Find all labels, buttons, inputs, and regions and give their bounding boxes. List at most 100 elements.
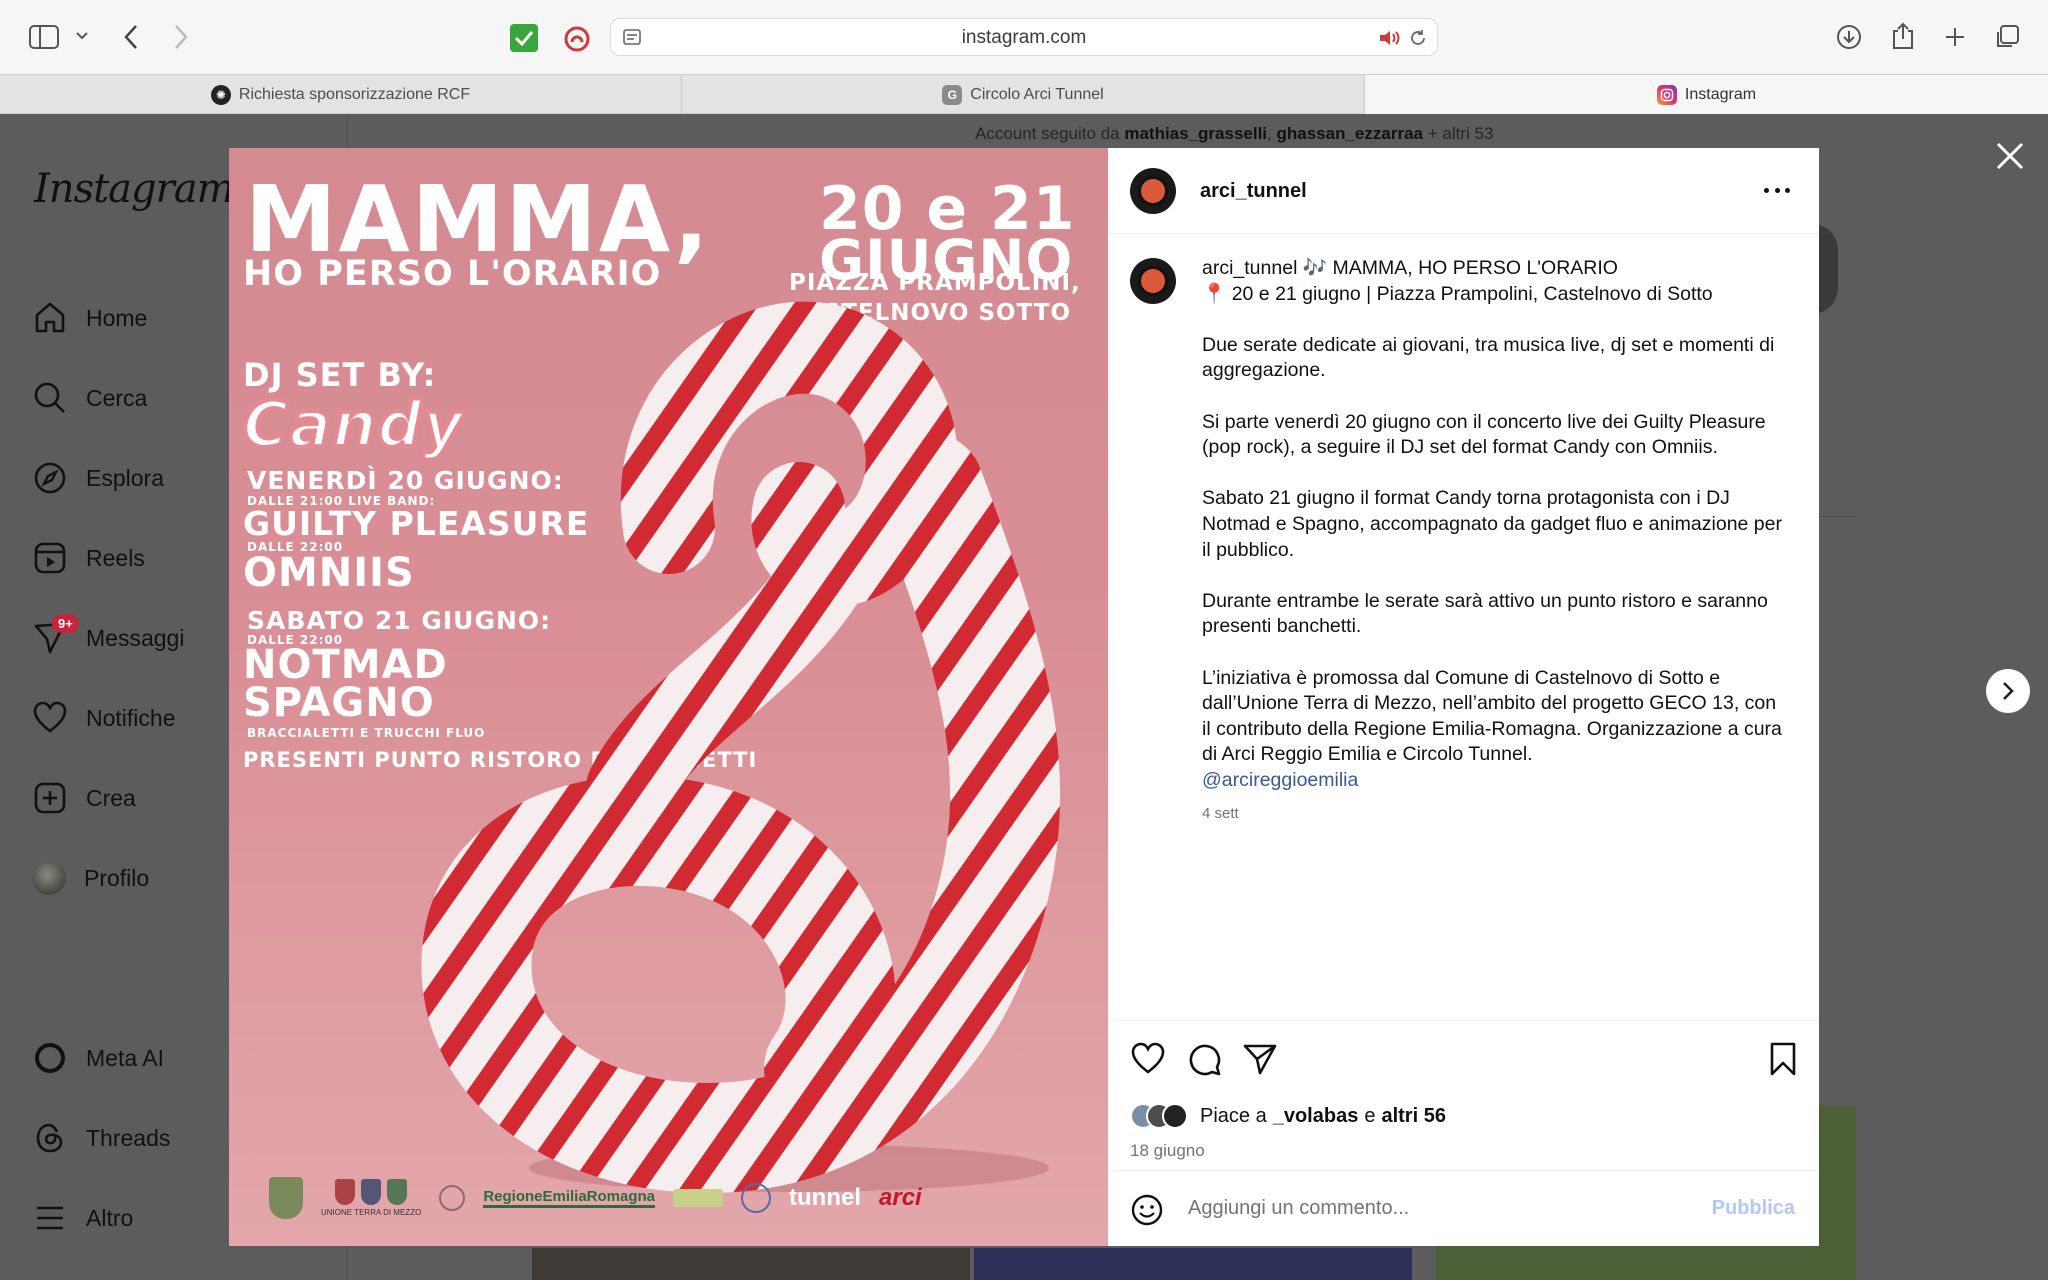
caption-paragraph: Si parte venerdì 20 giugno con il concer… xyxy=(1202,410,1766,459)
back-icon[interactable] xyxy=(116,20,146,54)
tab-label: Instagram xyxy=(1684,85,1757,103)
caption-username[interactable]: arci_tunnel xyxy=(1202,257,1297,279)
browser-toolbar: instagram.com xyxy=(0,0,2048,74)
search-icon xyxy=(34,382,65,413)
sidebar-item-cerca[interactable]: Cerca xyxy=(32,376,147,420)
tab-label: Circolo Arci Tunnel xyxy=(970,85,1104,103)
post-author-username[interactable]: arci_tunnel xyxy=(1200,180,1307,203)
sidebar-item-messaggi[interactable]: 9+ Messaggi xyxy=(32,614,185,660)
tunnel-logo: tunnel xyxy=(789,1184,862,1211)
extension-icon[interactable] xyxy=(562,24,592,54)
likes-mid: e xyxy=(1364,1104,1376,1127)
candy-cane-illustration xyxy=(421,301,1061,1194)
unread-badge: 9+ xyxy=(52,614,79,633)
sidebar-item-altro[interactable]: Altro xyxy=(32,1196,133,1240)
sidebar-item-label: Profilo xyxy=(84,864,150,891)
likes-others-link[interactable]: altri 56 xyxy=(1381,1105,1445,1128)
sidebar-item-home[interactable]: Home xyxy=(32,296,147,340)
close-modal-icon[interactable] xyxy=(1992,138,2028,174)
sidebar-item-notifiche[interactable]: Notifiche xyxy=(32,696,175,740)
threads-icon xyxy=(36,1123,63,1153)
comment-bar: Aggiungi un commento... Pubblica xyxy=(1108,1170,1819,1246)
avatar xyxy=(32,861,66,895)
post-caption: arci_tunnel 🎶 MAMMA, HO PERSO L'ORARIO 📍… xyxy=(1202,256,1782,827)
audio-playing-icon[interactable] xyxy=(1377,27,1401,49)
url-text: instagram.com xyxy=(961,27,1087,48)
likes-user-link[interactable]: _volabas xyxy=(1273,1105,1359,1128)
publish-button[interactable]: Pubblica xyxy=(1712,1197,1795,1220)
tab-circolo-arci-tunnel[interactable]: G Circolo Arci Tunnel xyxy=(682,75,1365,114)
chevron-right-icon xyxy=(2003,682,2014,700)
sidebar-item-esplora[interactable]: Esplora xyxy=(32,456,164,500)
plus-square-icon xyxy=(34,782,66,814)
comment-button[interactable] xyxy=(1186,1041,1222,1077)
sidebar-item-label: Meta AI xyxy=(86,1044,164,1071)
pg-logo-icon xyxy=(741,1183,772,1213)
background-post-thumbnail xyxy=(532,1248,970,1280)
caption-paragraph: Due serate dedicate ai giovani, tra musi… xyxy=(1202,333,1775,382)
download-icon[interactable] xyxy=(1834,22,1864,52)
send-icon xyxy=(1243,1044,1277,1075)
avatar xyxy=(1162,1103,1188,1129)
new-tab-icon[interactable] xyxy=(1940,22,1970,52)
sidebar-item-label: Home xyxy=(86,304,148,331)
sidebar-item-label: Esplora xyxy=(86,464,164,491)
emoji-button[interactable] xyxy=(1130,1193,1164,1227)
caption-avatar[interactable] xyxy=(1130,258,1176,304)
checkmark-extension-icon[interactable] xyxy=(510,24,538,52)
post-image[interactable]: MAMMA, HO PERSO L'ORARIO 20 e 21 GIUGNO … xyxy=(229,148,1108,1246)
sidebar-item-profilo[interactable]: Profilo xyxy=(32,856,149,900)
post-header: arci_tunnel xyxy=(1108,148,1819,234)
reels-icon xyxy=(34,542,66,574)
likes-summary: Piace a _volabas e altri 56 xyxy=(1130,1103,1446,1129)
background-post-thumbnail xyxy=(974,1248,1412,1280)
tab-instagram[interactable]: Instagram xyxy=(1365,75,2048,114)
tab-richiesta-sponsorizzazione[interactable]: ✺ Richiesta sponsorizzazione RCF xyxy=(0,75,682,114)
sidebar-item-crea[interactable]: Crea xyxy=(32,776,136,820)
post-actions: Piace a _volabas e altri 56 18 giugno xyxy=(1108,1020,1819,1170)
sidebar-item-meta-ai[interactable]: Meta AI xyxy=(32,1036,164,1080)
instagram-favicon-icon xyxy=(1656,84,1677,105)
arci-logo: arci xyxy=(879,1184,922,1211)
more-options-icon[interactable] xyxy=(1764,188,1790,196)
chevron-down-icon[interactable] xyxy=(72,26,92,46)
post-date[interactable]: 18 giugno xyxy=(1130,1141,1205,1161)
google-favicon-icon: G xyxy=(942,84,963,105)
sidebar-item-label: Messaggi xyxy=(86,624,185,651)
caption-paragraph: Sabato 21 giugno il format Candy torna p… xyxy=(1202,487,1782,561)
like-button[interactable] xyxy=(1130,1041,1166,1077)
openai-favicon-icon: ✺ xyxy=(210,84,231,105)
menu-icon xyxy=(37,1206,63,1230)
next-post-button[interactable] xyxy=(1986,669,2030,713)
sponsor-logos: UNIONE TERRA DI MEZZO RegioneEmiliaRomag… xyxy=(269,1168,1069,1228)
caption-timestamp[interactable]: 4 sett xyxy=(1202,801,1782,827)
geco-logo-icon xyxy=(673,1189,724,1207)
forward-icon[interactable] xyxy=(166,20,196,54)
tab-bar: ✺ Richiesta sponsorizzazione RCF G Circo… xyxy=(0,74,2048,114)
sidebar-item-label: Crea xyxy=(86,784,136,811)
sidebar-toggle-icon[interactable] xyxy=(28,22,60,52)
address-bar[interactable]: instagram.com xyxy=(610,18,1438,56)
sidebar-item-label: Reels xyxy=(86,544,145,571)
meta-ai-icon xyxy=(35,1043,65,1073)
heart-icon xyxy=(1131,1042,1165,1074)
sidebar-item-reels[interactable]: Reels xyxy=(32,536,145,580)
caption-location: 📍 20 e 21 giugno | Piazza Prampolini, Ca… xyxy=(1202,282,1713,305)
reload-icon[interactable] xyxy=(1407,27,1429,49)
sidebar-item-threads[interactable]: Threads xyxy=(32,1116,170,1160)
post-panel: arci_tunnel arci_tunnel 🎶 MAMMA, HO PERS… xyxy=(1108,148,1819,1246)
emoji-icon xyxy=(1131,1194,1163,1226)
instagram-logo[interactable]: Instagram xyxy=(34,166,235,212)
comment-input[interactable]: Aggiungi un commento... xyxy=(1188,1197,1409,1220)
comment-icon xyxy=(1189,1044,1221,1076)
caption-title: 🎶 MAMMA, HO PERSO L'ORARIO xyxy=(1302,257,1618,279)
tab-overview-icon[interactable] xyxy=(1992,22,2022,52)
union-label: UNIONE TERRA DI MEZZO xyxy=(321,1208,422,1217)
save-button[interactable] xyxy=(1768,1041,1798,1077)
share-button[interactable] xyxy=(1242,1041,1278,1077)
government-seal-icon xyxy=(439,1185,466,1211)
avatar[interactable] xyxy=(1130,168,1176,214)
share-icon[interactable] xyxy=(1888,20,1918,52)
sidebar-item-label: Cerca xyxy=(86,384,148,411)
mention-link[interactable]: @arcireggioemilia xyxy=(1202,768,1782,794)
